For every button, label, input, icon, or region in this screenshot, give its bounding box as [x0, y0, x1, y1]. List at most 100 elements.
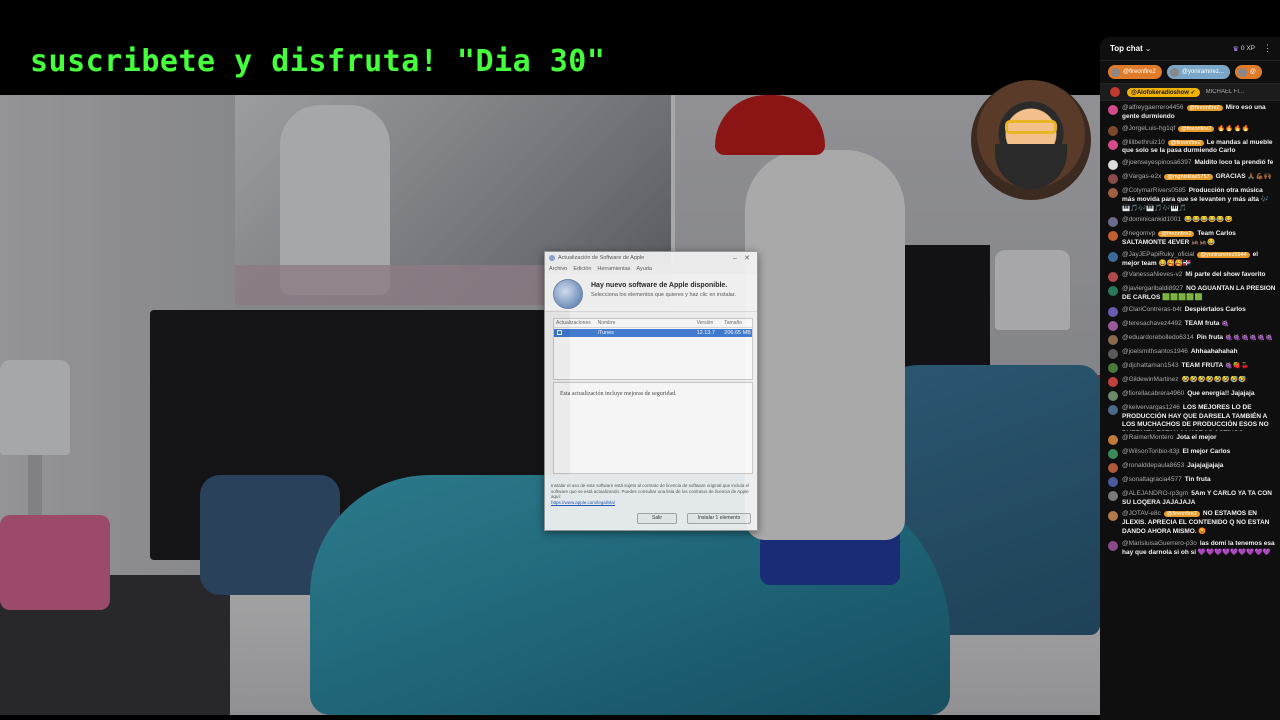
chat-message[interactable]: @JayJEPapiRuky_oficial @yoniramirez5944 el…: [1108, 251, 1276, 269]
donor-chip[interactable]: @: [1234, 65, 1262, 79]
chat-message[interactable]: @fiorellacabrera4960 Que energía!! Jajaja…: [1108, 390, 1276, 401]
chat-message[interactable]: @joelsmithsantos1946 Ahhaahahahah: [1108, 348, 1276, 359]
minimize-icon[interactable]: –: [729, 255, 741, 262]
chat-author-name[interactable]: @fiorellacabrera4960: [1122, 390, 1184, 397]
update-name: iTunes: [597, 330, 614, 336]
donor-avatar: [1237, 67, 1247, 77]
chat-message[interactable]: @javiergaribaldi8927 NO AGUANTAN LA PRESI…: [1108, 285, 1276, 303]
close-icon[interactable]: ✕: [741, 254, 753, 262]
chat-author-avatar: [1108, 125, 1118, 136]
menu-ayuda[interactable]: Ayuda: [636, 266, 652, 272]
col-name[interactable]: Nombre: [598, 320, 697, 326]
software-update-dialog[interactable]: Actualización de Software de Apple – ✕ A…: [544, 251, 758, 531]
chat-author-name[interactable]: @negomvp: [1122, 230, 1155, 237]
col-version[interactable]: Versión: [697, 320, 725, 326]
chat-message[interactable]: @Vargas-e2x @mgnisklas5757 GRACIAS 🙏🏾💪🏾🙌🏾: [1108, 173, 1276, 185]
chat-author-name[interactable]: @joelsmithsantos1946: [1122, 348, 1188, 355]
chat-message[interactable]: @eduardorebolledo6314 Pin fruta 🍇🍇🍇🍇🍇🍇: [1108, 334, 1276, 345]
chat-header: Top chat ⌄ ♛ 0 XP ⋮: [1100, 37, 1280, 61]
pinned-message[interactable]: @Alofokeradioshow ✓ MICHAEL FI...: [1100, 83, 1280, 101]
chat-author-name[interactable]: @ClariContreras-b4t: [1122, 306, 1182, 313]
chat-author-name[interactable]: @ColymarRivers0585: [1122, 187, 1186, 194]
chat-message-body: @ClariContreras-b4t Despiértalos Carlos: [1122, 306, 1276, 317]
chat-message[interactable]: @GildewinMartinez 🤣🤣🤣🤣🤣🤣🤣🤣: [1108, 376, 1276, 387]
chat-message-text: GRACIAS 🙏🏾💪🏾🙌🏾: [1215, 173, 1272, 181]
chat-author-name[interactable]: @lilibethruiz10: [1122, 139, 1165, 146]
license-text: Instalar el uso de este software está su…: [551, 483, 750, 500]
checkbox-checked-icon[interactable]: [557, 329, 562, 335]
chat-message[interactable]: @ronalddepaula8653 Jajajajjajaja: [1108, 462, 1276, 473]
chat-message-text: TEAM FRUTA 🍇🍓🍒: [1181, 361, 1250, 369]
chat-message[interactable]: @ColymarRivers0585 Producción otra música…: [1108, 187, 1276, 213]
chat-author-name[interactable]: @RaimerMontero: [1122, 434, 1173, 441]
chat-author-name[interactable]: @dominicankid1001: [1122, 216, 1181, 223]
menu-edicion[interactable]: Edición: [573, 266, 591, 272]
chat-author-name[interactable]: @JayJEPapiRuky_oficial: [1122, 251, 1194, 258]
live-chat-panel: Top chat ⌄ ♛ 0 XP ⋮ @fireonfire2 @yoniram…: [1100, 37, 1280, 720]
chat-message[interactable]: @ALEJANDRO-rp3gm 5Am Y CARLO YA TA CON SU…: [1108, 490, 1276, 508]
chat-mode-selector[interactable]: Top chat: [1110, 44, 1143, 53]
dialog-titlebar[interactable]: Actualización de Software de Apple – ✕: [545, 252, 757, 264]
chat-xp-count[interactable]: 0 XP: [1241, 45, 1255, 52]
chat-author-name[interactable]: @javiergaribaldi8927: [1122, 285, 1183, 292]
chat-author-name[interactable]: @ALEJANDRO-rp3gm: [1122, 490, 1188, 497]
chat-author-name[interactable]: @MarisluisaGuerrero-p3o: [1122, 540, 1197, 547]
chat-message[interactable]: @WilsonToribio-lt3jt El mejor Carlos: [1108, 448, 1276, 459]
chat-message[interactable]: @lilibethruiz10 @fireonfire2 Le mandas al …: [1108, 139, 1276, 157]
chat-author-name[interactable]: @JorgeLuis-hg1qf: [1122, 125, 1175, 132]
donor-chip[interactable]: @fireonfire2: [1108, 65, 1162, 79]
license-link[interactable]: https://www.apple.com/legal/sla/: [551, 500, 615, 505]
chat-author-name[interactable]: @alfreygaerrero4456: [1122, 104, 1184, 111]
chat-author-name[interactable]: @sonaltagracia4577: [1122, 476, 1182, 483]
install-button[interactable]: Instalar 1 elemento: [687, 513, 751, 524]
chat-author-name[interactable]: @eduardorebolledo6314: [1122, 334, 1194, 341]
chat-author-name[interactable]: @WilsonToribio-lt3jt: [1122, 448, 1180, 455]
top-donor-chips: @fireonfire2 @yoniramirez... @: [1100, 61, 1280, 83]
chat-author-name[interactable]: @joenseyespinosa6397: [1122, 159, 1191, 166]
donor-chip[interactable]: @yoniramirez...: [1166, 65, 1230, 79]
chat-author-name[interactable]: @kelvervargas1246: [1122, 404, 1180, 411]
chat-message[interactable]: @dominicankid1001 😂😂😂😂😂😂: [1108, 216, 1276, 228]
dialog-header: Hay nuevo software de Apple disponible. …: [545, 274, 757, 312]
update-size: 206.65 MB: [724, 330, 751, 336]
chat-author-name[interactable]: @JOTAV-e8c: [1122, 510, 1161, 517]
chat-message[interactable]: @joenseyespinosa6397 Maldito loco ta pren…: [1108, 159, 1276, 171]
chat-message[interactable]: @RaimerMontero Jota el mejor: [1108, 434, 1276, 445]
chat-message-list[interactable]: @alfreygaerrero4456 @fireonfire2 Miro eso …: [1100, 101, 1280, 557]
chat-author-name[interactable]: @djchattaman1543: [1122, 362, 1178, 369]
update-row-itunes[interactable]: iTunes 12.13.7 206.65 MB: [554, 329, 752, 337]
chat-message[interactable]: @teresachavez4492 TEAM fruta 🍇: [1108, 320, 1276, 331]
chat-message-body: @negomvp @fireonfire2 Team Carlos SALTAMON…: [1122, 230, 1276, 248]
update-description: Esta actualización incluye mejoras de se…: [553, 382, 753, 474]
chat-message-body: @joelsmithsantos1946 Ahhaahahahah: [1122, 348, 1276, 359]
chat-author-name[interactable]: @VanessaNieves-v2: [1122, 271, 1182, 278]
license-notice: Instalar el uso de este software está su…: [551, 483, 755, 506]
chat-message[interactable]: @negomvp @fireonfire2 Team Carlos SALTAMON…: [1108, 230, 1276, 248]
more-options-icon[interactable]: ⋮: [1263, 43, 1272, 54]
chat-author-name[interactable]: @ronalddepaula8653: [1122, 462, 1184, 469]
chat-message[interactable]: @alfreygaerrero4456 @fireonfire2 Miro eso …: [1108, 104, 1276, 122]
chevron-down-icon[interactable]: ⌄: [1145, 44, 1152, 53]
chat-message[interactable]: @VanessaNieves-v2 Mi parte del show favor…: [1108, 271, 1276, 283]
chat-author-avatar: [1108, 540, 1118, 551]
col-size[interactable]: Tamaño: [724, 320, 752, 326]
chat-message[interactable]: @kelvervargas1246 LOS MEJORES LO DE PRODU…: [1108, 404, 1276, 431]
dialog-headline: Hay nuevo software de Apple disponible.: [591, 282, 728, 289]
chat-message[interactable]: @ClariContreras-b4t Despiértalos Carlos: [1108, 306, 1276, 317]
chat-message[interactable]: @sonaltagracia4577 Tin fruta: [1108, 476, 1276, 487]
chat-author-name[interactable]: @GildewinMartinez: [1122, 376, 1178, 383]
avatar-beard: [995, 144, 1067, 189]
update-checkbox[interactable]: [554, 329, 598, 337]
chat-author-name[interactable]: @Vargas-e2x: [1122, 173, 1161, 180]
chat-author-name[interactable]: @teresachavez4492: [1122, 320, 1182, 327]
donor-name: @yoniramirez...: [1181, 69, 1224, 75]
menu-herramientas[interactable]: Herramientas: [597, 266, 630, 272]
chat-message[interactable]: @djchattaman1543 TEAM FRUTA 🍇🍓🍒: [1108, 362, 1276, 373]
chat-message[interactable]: @MarisluisaGuerrero-p3o las domí la tenem…: [1108, 540, 1276, 558]
menu-archivo[interactable]: Archivo: [549, 266, 567, 272]
chat-message[interactable]: @JorgeLuis-hg1qf @fireonfire2 🔥🔥🔥🔥: [1108, 125, 1276, 136]
quit-button[interactable]: Salir: [637, 513, 677, 524]
col-updates[interactable]: Actualizaciones: [554, 320, 598, 326]
chat-message[interactable]: @JOTAV-e8c @fireonfire2 NO ESTAMOS EN JLEX…: [1108, 510, 1276, 536]
chat-author-avatar: [1108, 376, 1118, 387]
